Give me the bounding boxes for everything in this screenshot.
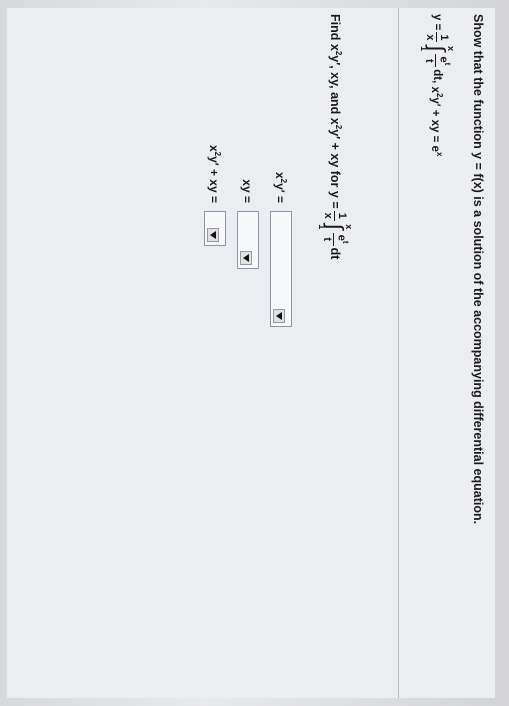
given-integrand: et t — [423, 54, 452, 68]
given-lhs: y = — [431, 14, 443, 31]
given-frac-den: x — [424, 34, 437, 41]
given-frac-num: 1 — [436, 32, 451, 43]
answer-row-xy: xy = — [236, 108, 260, 269]
answer-row-sum: x2y′ + xy = — [203, 108, 227, 246]
question-prompt: Show that the function y = f(x) is a sol… — [471, 14, 485, 525]
task-frac-num: 1 — [334, 210, 349, 221]
xy-dropdown[interactable] — [237, 211, 259, 269]
answer-label-sum: x2y′ + xy = — [207, 144, 223, 203]
answer-row-x2yprime: x2y′ = — [269, 108, 293, 327]
task-int-lower: 1 — [317, 224, 327, 230]
integral-sign-icon: ∫ — [425, 45, 450, 52]
rotated-screen: Show that the function y = f(x) is a sol… — [0, 0, 509, 706]
task-integrand-den: t — [321, 237, 334, 242]
given-equation: y = 1 x x ∫ 1 et t dt, x2y′ + xy = ex — [415, 14, 459, 156]
answer-label-x2yprime: x2y′ = — [273, 171, 289, 203]
section-divider — [398, 8, 399, 698]
integral-sign-icon: ∫ — [323, 223, 348, 230]
given-int-lower: 1 — [419, 45, 429, 51]
question-panel: Show that the function y = f(x) is a sol… — [7, 8, 495, 698]
task-integrand: et t — [321, 232, 350, 246]
task-integral: x ∫ 1 — [317, 223, 354, 230]
task-instruction: Find x2y′, xy, and x2y′ + xy for y = 1 x… — [313, 14, 357, 259]
answer-label-xy: xy = — [240, 179, 255, 203]
given-integrand-den: t — [423, 59, 436, 63]
given-fraction: 1 x — [424, 32, 451, 43]
task-frac-den: x — [322, 212, 335, 219]
triangle-down-icon[interactable] — [240, 251, 252, 265]
task-dt: dt — [328, 247, 342, 260]
given-integral: x ∫ 1 — [419, 45, 456, 52]
triangle-down-icon[interactable] — [273, 309, 285, 323]
triangle-down-icon[interactable] — [207, 228, 219, 242]
task-fraction: 1 x — [322, 210, 349, 221]
given-integrand-num: et — [435, 54, 452, 68]
given-ode: x2y′ + xy = ex — [429, 86, 445, 157]
x2yprime-dropdown[interactable] — [270, 211, 292, 327]
given-dt: dt, — [431, 69, 443, 84]
task-text: Find x2y′, xy, and x2y′ + xy for y = — [327, 14, 343, 209]
sum-dropdown[interactable] — [204, 211, 226, 246]
task-integrand-num: et — [333, 232, 350, 246]
